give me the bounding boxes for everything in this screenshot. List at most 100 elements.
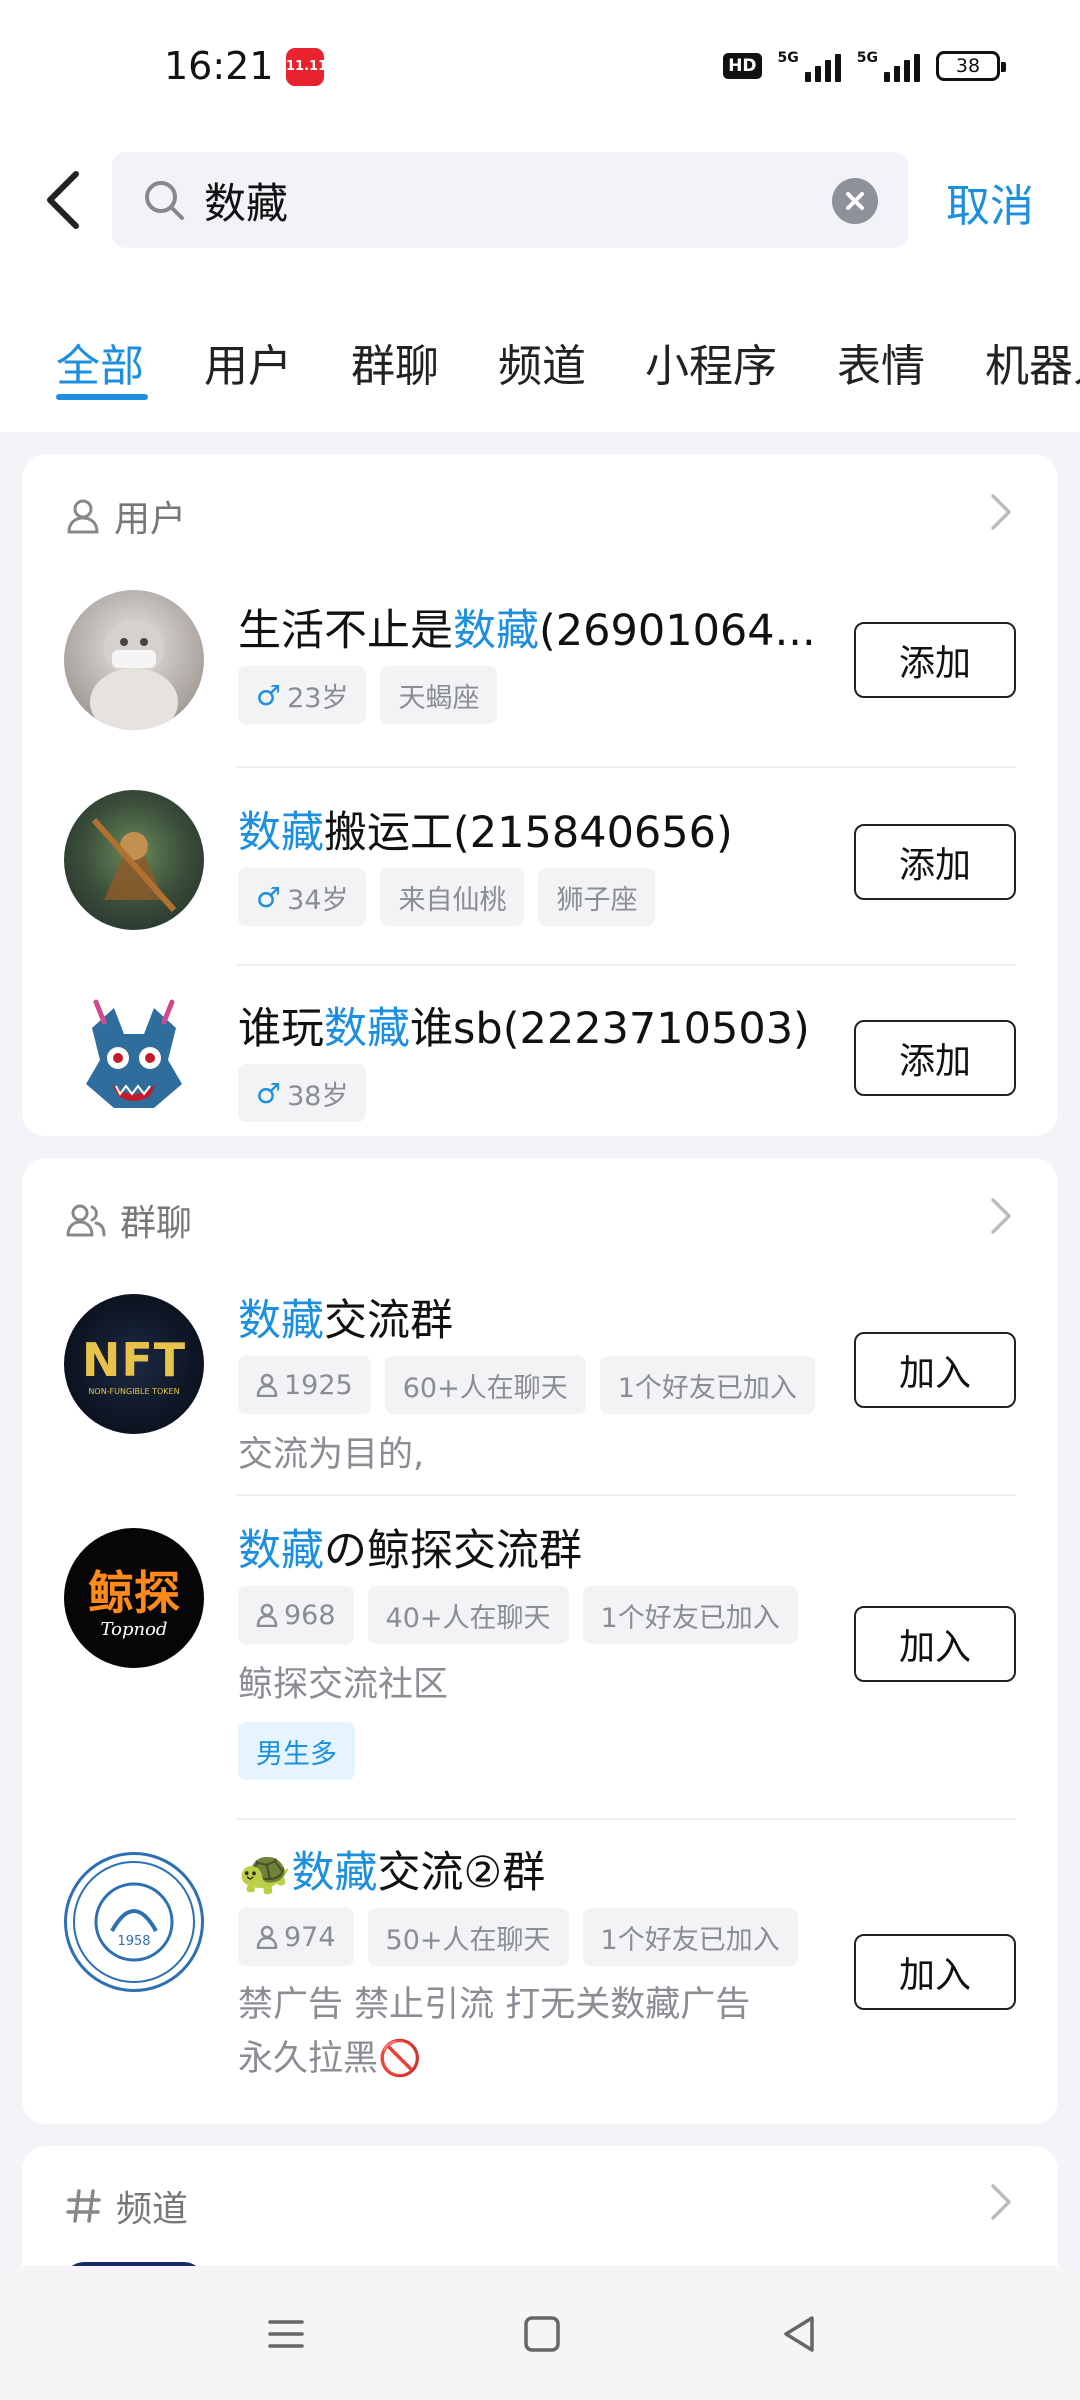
user-tags: ♂ 23岁 天蝎座 xyxy=(238,666,498,724)
group-description: 禁广告 禁止引流 打无关数藏广告 永久拉黑🚫 xyxy=(238,1985,751,2079)
users-section-header[interactable]: 用户 xyxy=(66,490,186,542)
turtle-icon: 🐢 xyxy=(238,1848,292,1898)
add-friend-button[interactable]: 添加 xyxy=(854,824,1016,900)
tab-all[interactable]: 全部 xyxy=(56,330,144,394)
member-count-tag: 974 xyxy=(238,1908,354,1966)
system-navigation-bar xyxy=(0,2266,1080,2400)
avatar xyxy=(64,590,204,730)
user-name: 生活不止是数藏(26901064... xyxy=(238,606,816,656)
male-icon: ♂ xyxy=(256,1076,282,1110)
person-icon xyxy=(256,1373,278,1397)
user-name: 谁玩数藏谁sb(2223710503) xyxy=(238,1004,810,1054)
age-tag: ♂ 23岁 xyxy=(238,666,367,724)
users-section-title: 用户 xyxy=(114,499,187,540)
tab-groups[interactable]: 群聊 xyxy=(351,330,439,394)
user-icon xyxy=(67,499,99,534)
user-result-row[interactable]: 生活不止是数藏(26901064... ♂ 23岁 天蝎座 添加 xyxy=(22,566,1058,766)
status-indicators: HD 5G 5G 38 xyxy=(723,50,1006,82)
friends-joined-tag: 1个好友已加入 xyxy=(599,1356,815,1414)
tab-mini-programs[interactable]: 小程序 xyxy=(645,330,777,394)
group-result-row[interactable]: 1958 🐢数藏交流②群 974 50+人在聊天 1个好友已加入 禁广告 禁止引… xyxy=(22,1818,1058,2124)
zodiac-tag: 天蝎座 xyxy=(380,666,498,724)
group-result-row[interactable]: NFT NON-FUNGIBLE TOKEN 数藏交流群 1925 60+人在聊… xyxy=(22,1268,1058,1494)
status-time: 16:21 xyxy=(164,44,274,88)
user-tags: ♂ 34岁 来自仙桃 狮子座 xyxy=(238,868,656,926)
user-result-row[interactable]: 数藏搬运工(215840656) ♂ 34岁 来自仙桃 狮子座 添加 xyxy=(22,766,1058,964)
tab-users[interactable]: 用户 xyxy=(204,330,292,394)
group-name: 数藏の鲸探交流群 xyxy=(238,1526,582,1576)
chevron-right-icon[interactable] xyxy=(988,1196,1014,1236)
member-count-tag: 968 xyxy=(238,1586,354,1644)
tab-stickers[interactable]: 表情 xyxy=(837,330,925,394)
male-icon: ♂ xyxy=(256,880,282,914)
join-group-button[interactable]: 加入 xyxy=(854,1606,1016,1682)
zodiac-tag: 狮子座 xyxy=(538,868,656,926)
group-name: 数藏交流群 xyxy=(238,1296,453,1346)
group-description: 鲸探交流社区 xyxy=(238,1665,449,1705)
clear-icon[interactable] xyxy=(832,178,878,224)
chevron-left-icon xyxy=(47,171,79,229)
active-chat-tag: 40+人在聊天 xyxy=(367,1586,569,1644)
group-description: 交流为目的, xyxy=(238,1435,425,1475)
avatar: 鲸探 Topnod xyxy=(64,1528,204,1668)
feature-tag: 男生多 xyxy=(238,1722,355,1780)
menu-icon[interactable] xyxy=(262,2310,310,2358)
active-tab-indicator xyxy=(56,394,148,400)
groups-card: 群聊 NFT NON-FUNGIBLE TOKEN 数藏交流群 1925 60+… xyxy=(22,1158,1058,2124)
chevron-right-icon[interactable] xyxy=(988,492,1014,532)
join-group-button[interactable]: 加入 xyxy=(854,1934,1016,2010)
search-input[interactable] xyxy=(204,166,804,234)
friends-joined-tag: 1个好友已加入 xyxy=(582,1586,798,1644)
search-box[interactable] xyxy=(112,152,908,248)
group-feature-tags: 男生多 xyxy=(238,1722,355,1780)
shopping-app-icon: 11.11 xyxy=(286,48,327,86)
avatar xyxy=(64,988,204,1128)
member-count-tag: 1925 xyxy=(238,1356,371,1414)
person-icon xyxy=(256,1603,278,1627)
location-tag: 来自仙桃 xyxy=(380,868,525,926)
groups-section-header[interactable]: 群聊 xyxy=(66,1194,192,1246)
group-name: 🐢数藏交流②群 xyxy=(238,1848,546,1898)
age-tag: ♂ 34岁 xyxy=(238,868,367,926)
channels-section-title: 频道 xyxy=(116,2189,189,2230)
category-tabs: 全部 用户 群聊 频道 小程序 表情 机器人 xyxy=(0,260,1080,432)
add-friend-button[interactable]: 添加 xyxy=(854,622,1016,698)
person-icon xyxy=(256,1925,278,1949)
back-button[interactable] xyxy=(40,166,88,234)
group-tags: 1925 60+人在聊天 1个好友已加入 xyxy=(238,1356,815,1414)
avatar: NFT NON-FUNGIBLE TOKEN xyxy=(64,1294,204,1434)
friends-joined-tag: 1个好友已加入 xyxy=(582,1908,798,1966)
back-triangle-icon[interactable] xyxy=(776,2310,824,2358)
groups-section-title: 群聊 xyxy=(120,1203,193,1244)
users-card: 用户 生活不止是数藏(26901064... ♂ 23岁 天蝎座 添加 数藏搬运… xyxy=(22,454,1058,1136)
signal-icon: 5G xyxy=(778,50,841,82)
battery-icon: 38 xyxy=(936,51,1006,81)
svg-text:1958: 1958 xyxy=(117,1934,150,1949)
user-name: 数藏搬运工(215840656) xyxy=(238,808,733,858)
active-chat-tag: 50+人在聊天 xyxy=(367,1908,569,1966)
group-tags: 974 50+人在聊天 1个好友已加入 xyxy=(238,1908,798,1966)
home-icon[interactable] xyxy=(518,2310,566,2358)
user-tags: ♂ 38岁 xyxy=(238,1064,367,1122)
hashtag-icon xyxy=(66,2189,101,2223)
user-result-row[interactable]: 谁玩数藏谁sb(2223710503) ♂ 38岁 添加 xyxy=(22,964,1058,1136)
chevron-right-icon[interactable] xyxy=(988,2182,1014,2222)
cancel-button[interactable]: 取消 xyxy=(946,170,1034,234)
group-result-row[interactable]: 鲸探 Topnod 数藏の鲸探交流群 968 40+人在聊天 1个好友已加入 鲸… xyxy=(22,1494,1058,1788)
add-friend-button[interactable]: 添加 xyxy=(854,1020,1016,1096)
hd-icon: HD xyxy=(723,53,762,79)
status-bar: 16:21 11.11 HD 5G 5G 38 xyxy=(0,0,1080,140)
group-icon xyxy=(66,1204,106,1237)
signal-icon: 5G xyxy=(857,50,920,82)
channels-section-header[interactable]: 频道 xyxy=(66,2180,188,2232)
tab-bots[interactable]: 机器人 xyxy=(985,330,1080,394)
male-icon: ♂ xyxy=(256,678,282,712)
avatar: 1958 xyxy=(64,1852,204,1992)
join-group-button[interactable]: 加入 xyxy=(854,1332,1016,1408)
group-tags: 968 40+人在聊天 1个好友已加入 xyxy=(238,1586,798,1644)
search-header: 取消 xyxy=(0,140,1080,260)
age-tag: ♂ 38岁 xyxy=(238,1064,367,1122)
tab-channels[interactable]: 频道 xyxy=(498,330,586,394)
avatar xyxy=(64,790,204,930)
active-chat-tag: 60+人在聊天 xyxy=(384,1356,586,1414)
